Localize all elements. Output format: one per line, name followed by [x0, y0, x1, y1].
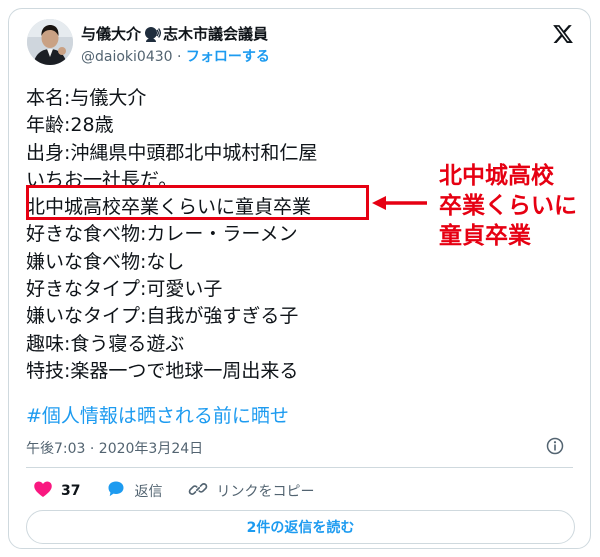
divider	[26, 467, 573, 468]
author-title: 志木市議会議員	[163, 25, 269, 43]
info-icon[interactable]	[546, 437, 564, 455]
action-bar: 37 返信 リンクをコピー	[33, 479, 340, 503]
author-name-line[interactable]: 与儀大介 志木市議会議員	[81, 23, 268, 44]
copy-link-label: リンクをコピー	[216, 484, 315, 500]
tweet-card: 与儀大介 志木市議会議員 @daioki0430 · フォローする 本名:与儀大…	[8, 8, 591, 549]
like-count: 37	[61, 483, 81, 499]
read-replies-button[interactable]: 2件の返信を読む	[26, 510, 575, 544]
annotation-line: 童貞卒業	[439, 223, 531, 249]
heart-icon	[33, 479, 53, 503]
hashtag-link[interactable]: #個人情報は晒される前に晒せ	[26, 401, 289, 428]
annotation-line: 北中城高校	[439, 163, 554, 189]
body-line: 嫌いなタイプ:自我が強すぎる子	[26, 305, 299, 328]
body-line: 好きなタイプ:可愛い子	[26, 278, 223, 301]
link-icon	[188, 479, 208, 503]
annotation-line: 卒業くらいに	[439, 193, 577, 219]
body-line: 嫌いな食べ物:なし	[26, 250, 185, 273]
body-line: 趣味:食う寝る遊ぶ	[26, 332, 185, 355]
highlight-box	[26, 185, 369, 220]
body-line: 本名:与儀大介	[26, 87, 147, 109]
reply-button[interactable]: 返信	[106, 479, 162, 503]
body-line: 年齢:28歳	[26, 114, 114, 137]
annotation-callout: 北中城高校 卒業くらいに 童貞卒業	[439, 161, 577, 251]
tweet-body: 本名:与儀大介 年齢:28歳 出身:沖縄県中頭郡北中城村和仁屋 いちお一社長だ。…	[26, 85, 317, 385]
like-button[interactable]: 37	[33, 479, 80, 503]
handle[interactable]: @daioki0430	[81, 49, 173, 65]
body-line: 好きな食べ物:カレー・ラーメン	[26, 223, 298, 246]
reply-bubble-icon	[106, 479, 126, 503]
avatar[interactable]	[27, 19, 73, 65]
handle-line: @daioki0430 · フォローする	[81, 46, 270, 66]
x-logo-icon[interactable]	[552, 23, 574, 45]
copy-link-button[interactable]: リンクをコピー	[188, 479, 314, 503]
separator: ·	[177, 49, 182, 65]
follow-button[interactable]: フォローする	[186, 49, 270, 65]
body-line: 出身:沖縄県中頭郡北中城村和仁屋	[26, 141, 318, 164]
display-name[interactable]: 与儀大介	[81, 23, 141, 44]
speaking-head-icon	[143, 25, 162, 43]
reply-label: 返信	[134, 484, 163, 500]
timestamp[interactable]: 午後7:03 · 2020年3月24日	[26, 438, 203, 458]
arrow-left-icon	[372, 195, 428, 211]
body-line: 特技:楽器一つで地球一周出来る	[26, 359, 299, 382]
